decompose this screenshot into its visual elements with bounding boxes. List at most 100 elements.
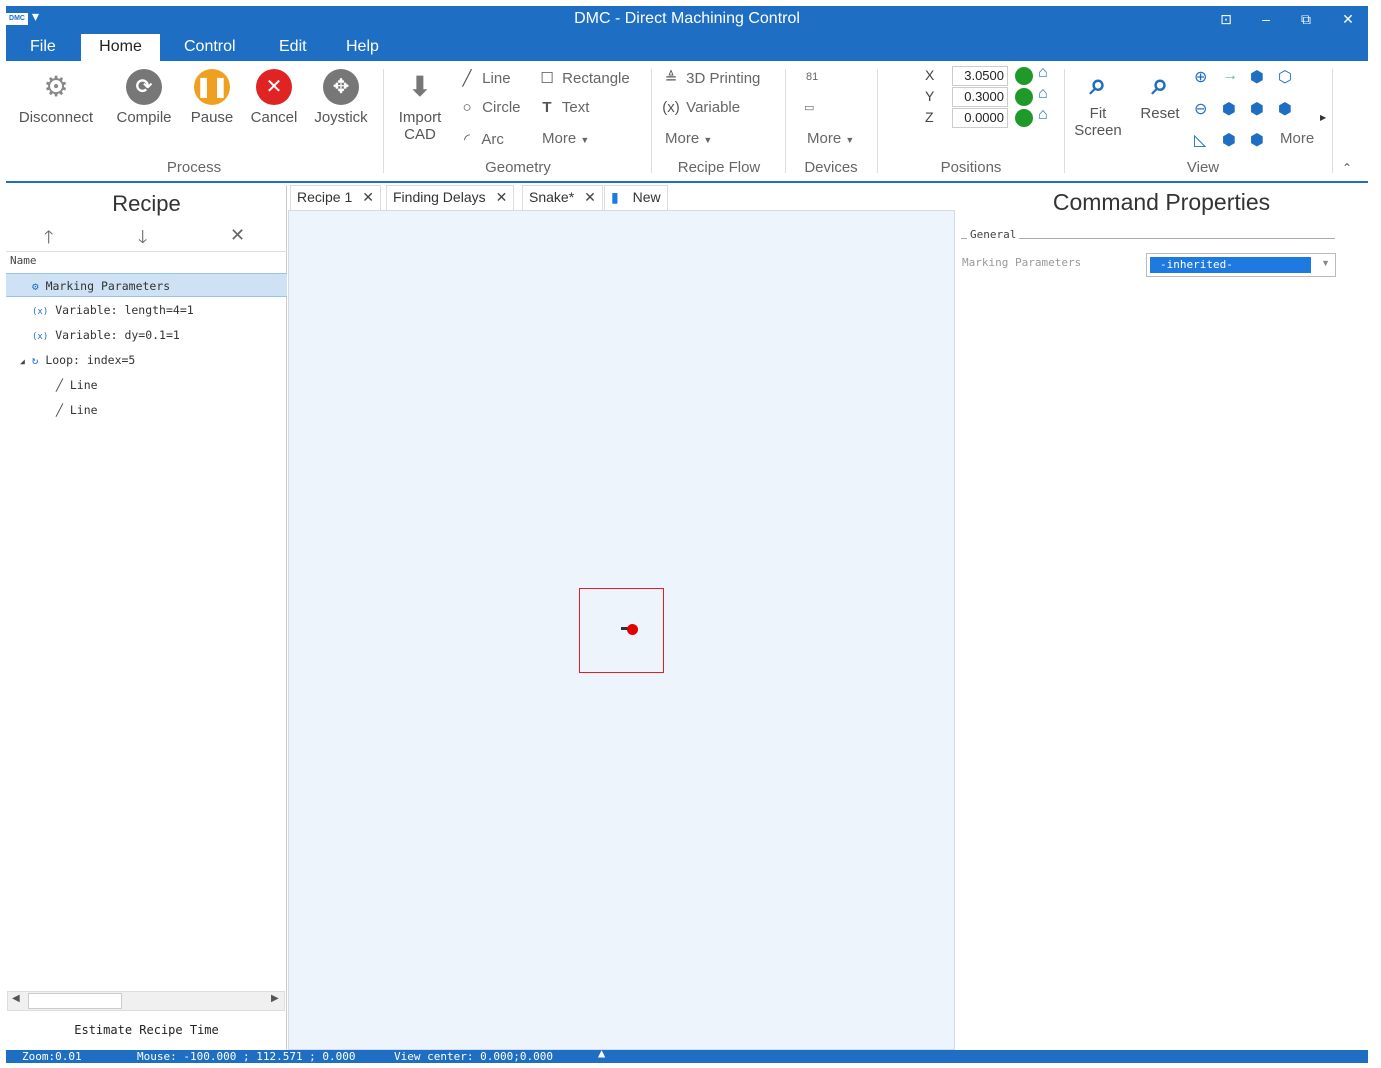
cube-side-icon[interactable]: ⬢ bbox=[1250, 99, 1264, 119]
tree-item-loop[interactable]: ◢ ↻ Loop: index=5 bbox=[6, 348, 287, 372]
chevron-down-icon: ▼ bbox=[580, 135, 590, 145]
view-center-readout: View center: 0.000;0.000 bbox=[394, 1050, 553, 1063]
close-tab-icon[interactable]: ✕ bbox=[584, 189, 596, 205]
arc-button[interactable]: ◜ Arc bbox=[456, 130, 504, 148]
tree-item-line-2[interactable]: ╱ Line bbox=[6, 398, 287, 422]
home-y-icon[interactable]: ⌂ bbox=[1038, 85, 1048, 103]
marking-parameters-select[interactable]: -inherited- ▼ bbox=[1146, 253, 1336, 277]
reset-label: Reset bbox=[1140, 105, 1180, 122]
zoom-in-icon[interactable]: ⊕ bbox=[1194, 67, 1207, 87]
minimize-button[interactable]: – bbox=[1256, 9, 1276, 29]
close-tab-icon[interactable]: ✕ bbox=[496, 189, 508, 205]
gear-icon: ⚙ bbox=[32, 280, 39, 293]
command-properties-panel: Command Properties General Marking Param… bbox=[955, 185, 1368, 1050]
rectangle-button[interactable]: ☐ Rectangle bbox=[536, 69, 630, 87]
devices-group-label: Devices bbox=[804, 159, 858, 176]
recipe-title: Recipe bbox=[112, 191, 181, 216]
arrow-right-icon[interactable]: → bbox=[1222, 67, 1238, 85]
home-z-icon[interactable]: ⌂ bbox=[1038, 106, 1048, 124]
device-button-1[interactable]: 81 bbox=[806, 71, 818, 83]
devices-more-button[interactable]: More ▼ bbox=[807, 130, 854, 147]
chevron-down-icon: ▼ bbox=[845, 135, 855, 145]
tab-edit[interactable]: Edit bbox=[267, 34, 319, 61]
close-tab-icon[interactable]: ✕ bbox=[362, 189, 374, 205]
view-group-label: View bbox=[1186, 159, 1220, 176]
status-ok-icon bbox=[1015, 67, 1033, 85]
cube-top-icon[interactable]: ⬢ bbox=[1222, 99, 1236, 119]
recipe-flow-more-button[interactable]: More ▼ bbox=[665, 130, 712, 147]
home-x-icon[interactable]: ⌂ bbox=[1038, 64, 1048, 82]
scroll-right-icon[interactable]: ▶ bbox=[271, 993, 279, 1004]
chevron-down-icon[interactable]: ▼ bbox=[1321, 258, 1330, 268]
reset-button[interactable]: ⌕ Reset bbox=[1130, 67, 1190, 122]
3d-printing-label: 3D Printing bbox=[686, 70, 761, 87]
tree-item-label: Variable: dy=0.1=1 bbox=[55, 328, 180, 342]
scroll-left-icon[interactable]: ◀ bbox=[12, 993, 20, 1004]
horizontal-scrollbar[interactable]: ◀ ▶ bbox=[7, 991, 285, 1011]
axis-y-label: Y bbox=[925, 88, 935, 104]
zoom-out-icon[interactable]: ⊖ bbox=[1194, 99, 1207, 119]
tree-item-line-1[interactable]: ╱ Line bbox=[6, 373, 287, 397]
scrollbar-thumb[interactable] bbox=[28, 993, 122, 1009]
selection-rectangle[interactable] bbox=[579, 588, 664, 673]
fit-screen-button[interactable]: ⌕ Fit Screen bbox=[1068, 67, 1128, 139]
tree-item-marking-parameters[interactable]: ⚙ Marking Parameters bbox=[6, 273, 287, 297]
delete-icon[interactable]: ✕ bbox=[230, 225, 245, 246]
joystick-button[interactable]: ✥ Joystick bbox=[308, 69, 374, 126]
axis-y-field[interactable]: 0.3000 bbox=[952, 87, 1008, 107]
cancel-button[interactable]: ✕ Cancel bbox=[244, 69, 304, 126]
name-column-header[interactable]: Name bbox=[6, 251, 287, 271]
tab-recipe-1[interactable]: Recipe 1 ✕ bbox=[290, 185, 381, 210]
cube-iso-icon[interactable]: ⬡ bbox=[1278, 67, 1292, 87]
line-button[interactable]: ╱ Line bbox=[456, 69, 510, 87]
disconnect-button[interactable]: ⚙ Disconnect bbox=[10, 69, 102, 126]
tree-item-variable-dy[interactable]: (x) Variable: dy=0.1=1 bbox=[6, 323, 287, 347]
tree-item-variable-length[interactable]: (x) Variable: length=4=1 bbox=[6, 298, 287, 322]
rectangle-label: Rectangle bbox=[562, 70, 630, 87]
geometry-more-button[interactable]: More ▼ bbox=[542, 130, 589, 147]
geometry-more-label: More bbox=[542, 130, 577, 147]
cube-front-icon[interactable]: ⬢ bbox=[1250, 67, 1264, 87]
help-window-icon[interactable]: ⊡ bbox=[1216, 9, 1236, 29]
zoom-readout: Zoom:0.01 bbox=[22, 1050, 82, 1063]
tab-snake[interactable]: Snake* ✕ bbox=[522, 185, 603, 210]
loop-icon: ↻ bbox=[31, 354, 39, 367]
restore-button[interactable]: ⧉ bbox=[1296, 9, 1316, 29]
variable-button[interactable]: (x) Variable bbox=[660, 99, 740, 116]
cube-right-icon[interactable]: ⬢ bbox=[1250, 130, 1264, 150]
tab-help[interactable]: Help bbox=[334, 34, 391, 61]
compile-button[interactable]: ⟳ Compile bbox=[110, 69, 178, 126]
variable-label: Variable bbox=[686, 99, 741, 116]
tree-item-label: Line bbox=[69, 378, 98, 392]
device-button-2[interactable]: ▭ bbox=[804, 101, 814, 114]
view-more-button[interactable]: More bbox=[1280, 130, 1318, 147]
axis-x-field[interactable]: 3.0500 bbox=[952, 66, 1008, 86]
fit-screen-label-2: Screen bbox=[1074, 122, 1122, 139]
keyboard-icon: ▭ bbox=[804, 102, 815, 114]
import-cad-button[interactable]: ⬇ Import CAD bbox=[390, 69, 450, 143]
drawing-canvas[interactable] bbox=[288, 210, 955, 1050]
device-label-1: 81 bbox=[806, 71, 819, 83]
collapse-ribbon-icon[interactable]: ⌃ bbox=[1342, 161, 1352, 175]
tab-control[interactable]: Control bbox=[172, 34, 248, 61]
recipe-flow-more-label: More bbox=[665, 130, 700, 147]
3d-printing-button[interactable]: ≜ 3D Printing bbox=[660, 69, 761, 87]
expand-icon[interactable]: ◢ bbox=[20, 357, 25, 366]
text-button[interactable]: T Text bbox=[536, 99, 589, 116]
tab-home[interactable]: Home bbox=[81, 34, 160, 61]
chevron-down-icon: ▼ bbox=[703, 135, 713, 145]
cube-back-icon[interactable]: ⬢ bbox=[1278, 99, 1292, 119]
cube-bottom-icon[interactable]: ⬢ bbox=[1222, 130, 1236, 150]
pause-button[interactable]: ❚❚ Pause bbox=[184, 69, 240, 126]
estimate-recipe-time-button[interactable]: Estimate Recipe Time bbox=[6, 1023, 287, 1037]
tab-finding-delays[interactable]: Finding Delays ✕ bbox=[386, 185, 515, 210]
measure-icon[interactable]: ◺ bbox=[1194, 130, 1206, 150]
ribbon-scroll-right-icon[interactable]: ▶ bbox=[1320, 113, 1326, 122]
compile-label: Compile bbox=[116, 109, 172, 126]
circle-button[interactable]: ○ Circle bbox=[456, 99, 520, 116]
expand-status-icon[interactable]: ▲ bbox=[598, 1047, 605, 1060]
axis-z-field[interactable]: 0.0000 bbox=[952, 108, 1008, 128]
close-button[interactable]: ✕ bbox=[1338, 9, 1358, 29]
tab-new[interactable]: ▮ New bbox=[604, 185, 668, 210]
tab-file[interactable]: File bbox=[18, 34, 68, 61]
